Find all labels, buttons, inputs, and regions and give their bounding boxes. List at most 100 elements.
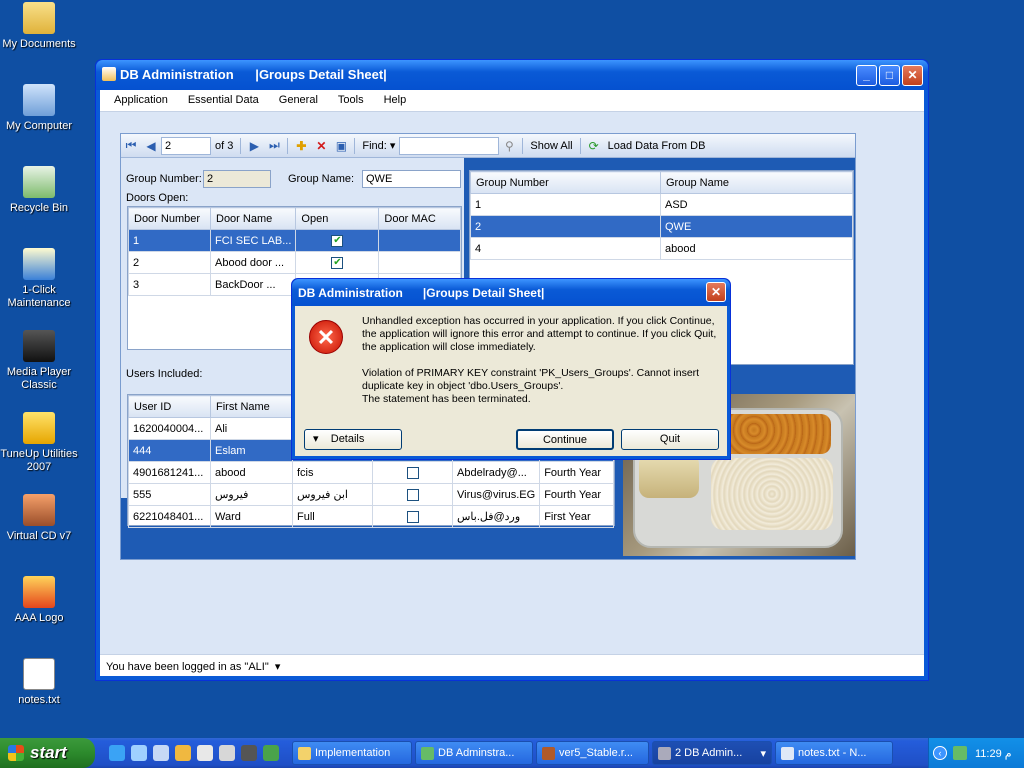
door-number-cell[interactable]: 1 bbox=[128, 229, 211, 252]
group-name-cell[interactable]: QWE bbox=[660, 215, 853, 238]
group-number-cell[interactable]: 1 bbox=[470, 193, 661, 216]
last-record-icon[interactable]: ⏭ bbox=[264, 138, 284, 153]
quicklaunch-icon[interactable] bbox=[263, 745, 279, 761]
column-header-door-mac[interactable]: Door MAC bbox=[378, 207, 461, 230]
door-name-cell[interactable]: FCI SEC LAB... bbox=[209, 229, 297, 252]
email-cell[interactable]: Virus@virus.EG bbox=[451, 483, 541, 506]
year-cell[interactable]: First Year bbox=[539, 505, 614, 528]
active-cell[interactable] bbox=[372, 483, 453, 506]
user-id-cell[interactable]: 4901681241... bbox=[128, 461, 211, 484]
checkbox-unchecked[interactable] bbox=[406, 510, 419, 523]
quicklaunch-icon[interactable] bbox=[241, 745, 257, 761]
find-input[interactable] bbox=[399, 136, 500, 155]
task-db-admin[interactable]: DB Adminstra... bbox=[415, 741, 533, 765]
menu-help[interactable]: Help bbox=[374, 90, 417, 111]
email-cell[interactable]: ورد@فل.باس bbox=[451, 505, 541, 528]
table-row[interactable]: 2 Abood door ... ✔ bbox=[128, 251, 461, 274]
email-cell[interactable]: Abdelrady@... bbox=[451, 461, 541, 484]
active-cell[interactable] bbox=[372, 505, 453, 528]
column-header-door-number[interactable]: Door Number bbox=[128, 207, 211, 230]
door-open-cell[interactable]: ✔ bbox=[295, 251, 380, 274]
group-number-cell[interactable]: 2 bbox=[470, 215, 661, 238]
menu-application[interactable]: Application bbox=[104, 90, 178, 111]
quicklaunch-icon[interactable] bbox=[175, 745, 191, 761]
desktop-icon-my-documents[interactable]: My Documents bbox=[0, 2, 78, 51]
add-icon[interactable]: ✚ bbox=[291, 139, 311, 153]
maximize-button[interactable]: □ bbox=[879, 65, 900, 86]
search-icon[interactable]: ⚲ bbox=[499, 139, 519, 153]
desktop-icon-notes[interactable]: notes.txt bbox=[0, 658, 78, 707]
checkbox-unchecked[interactable] bbox=[406, 466, 419, 479]
task-ver5-stable[interactable]: ver5_Stable.r... bbox=[536, 741, 649, 765]
quicklaunch-icon[interactable] bbox=[153, 745, 169, 761]
first-name-cell[interactable]: فيروس bbox=[210, 483, 293, 506]
last-name-cell[interactable]: Full bbox=[292, 505, 373, 528]
column-header-user-id[interactable]: User ID bbox=[128, 395, 211, 418]
column-header-group-number[interactable]: Group Number bbox=[470, 171, 661, 194]
table-row[interactable]: 2 QWE bbox=[470, 215, 853, 238]
load-data-button[interactable]: Load Data From DB bbox=[604, 136, 710, 156]
group-number-field[interactable]: 2 bbox=[203, 170, 271, 188]
window-titlebar[interactable]: DB Administration |Groups Detail Sheet| … bbox=[96, 60, 928, 90]
table-row[interactable]: 6221048401... Ward Full ورد@فل.باس First… bbox=[128, 505, 614, 528]
show-all-button[interactable]: Show All bbox=[526, 136, 576, 156]
continue-button[interactable]: Continue bbox=[516, 429, 614, 450]
checkbox-checked[interactable]: ✔ bbox=[331, 256, 344, 269]
next-record-icon[interactable]: ▶ bbox=[244, 139, 264, 153]
position-input[interactable]: 2 bbox=[161, 136, 211, 155]
column-header-open[interactable]: Open bbox=[295, 207, 380, 230]
door-name-cell[interactable]: Abood door ... bbox=[209, 251, 297, 274]
first-name-cell[interactable]: Eslam bbox=[210, 439, 293, 462]
table-row[interactable]: 1 ASD bbox=[470, 193, 853, 216]
desktop-icon-media-player[interactable]: Media Player Classic bbox=[0, 330, 78, 392]
find-dropdown[interactable]: Find: ▾ bbox=[358, 136, 399, 156]
quicklaunch-icon[interactable] bbox=[197, 745, 213, 761]
checkbox-checked[interactable]: ✔ bbox=[331, 234, 344, 247]
task-db-admin-group[interactable]: 2 DB Admin... ▾ bbox=[652, 741, 772, 765]
last-name-cell[interactable]: fcis bbox=[292, 461, 373, 484]
column-header-group-name[interactable]: Group Name bbox=[660, 171, 853, 194]
previous-record-icon[interactable]: ◀ bbox=[141, 139, 161, 153]
table-row[interactable]: 4 abood bbox=[470, 237, 853, 260]
door-mac-cell[interactable] bbox=[378, 229, 461, 252]
close-button[interactable]: ✕ bbox=[902, 65, 923, 86]
start-button[interactable]: start bbox=[0, 738, 95, 768]
task-implementation[interactable]: Implementation bbox=[292, 741, 412, 765]
user-id-cell[interactable]: 1620040004... bbox=[128, 417, 211, 440]
year-cell[interactable]: Fourth Year bbox=[539, 461, 614, 484]
door-mac-cell[interactable] bbox=[378, 251, 461, 274]
column-header-first-name[interactable]: First Name bbox=[210, 395, 293, 418]
first-record-icon[interactable]: ⏮ bbox=[121, 138, 141, 153]
dialog-close-button[interactable]: ✕ bbox=[706, 282, 726, 302]
desktop-icon-recycle-bin[interactable]: Recycle Bin bbox=[0, 166, 78, 215]
group-name-cell[interactable]: abood bbox=[660, 237, 853, 260]
quicklaunch-icon[interactable] bbox=[219, 745, 235, 761]
door-number-cell[interactable]: 2 bbox=[128, 251, 211, 274]
group-name-cell[interactable]: ASD bbox=[660, 193, 853, 216]
save-icon[interactable]: ▣ bbox=[331, 139, 351, 153]
dialog-title[interactable]: DB Administration |Groups Detail Sheet| bbox=[292, 279, 730, 306]
first-name-cell[interactable]: Ali bbox=[210, 417, 293, 440]
minimize-button[interactable]: _ bbox=[856, 65, 877, 86]
menu-general[interactable]: General bbox=[269, 90, 328, 111]
active-cell[interactable] bbox=[372, 461, 453, 484]
tray-app-icon[interactable] bbox=[953, 746, 967, 760]
desktop-icon-aaa-logo[interactable]: AAA Logo bbox=[0, 576, 78, 625]
year-cell[interactable]: Fourth Year bbox=[539, 483, 614, 506]
table-row[interactable]: 4901681241... abood fcis Abdelrady@... F… bbox=[128, 461, 614, 484]
menu-tools[interactable]: Tools bbox=[328, 90, 374, 111]
table-row[interactable]: 1 FCI SEC LAB... ✔ bbox=[128, 229, 461, 252]
menu-essential-data[interactable]: Essential Data bbox=[178, 90, 269, 111]
door-name-cell[interactable]: BackDoor ... bbox=[209, 273, 297, 296]
group-number-cell[interactable]: 4 bbox=[470, 237, 661, 260]
door-number-cell[interactable]: 3 bbox=[128, 273, 211, 296]
first-name-cell[interactable]: Ward bbox=[210, 505, 293, 528]
chevron-down-icon[interactable]: ▾ bbox=[272, 661, 281, 673]
table-row[interactable]: 555 فيروس ابن فيروس Virus@virus.EG Fourt… bbox=[128, 483, 614, 506]
user-id-cell[interactable]: 555 bbox=[128, 483, 211, 506]
first-name-cell[interactable]: abood bbox=[210, 461, 293, 484]
checkbox-unchecked[interactable] bbox=[406, 488, 419, 501]
user-id-cell[interactable]: 444 bbox=[128, 439, 211, 462]
clock[interactable]: 11:29 م bbox=[975, 748, 1012, 760]
task-notes[interactable]: notes.txt - N... bbox=[775, 741, 893, 765]
